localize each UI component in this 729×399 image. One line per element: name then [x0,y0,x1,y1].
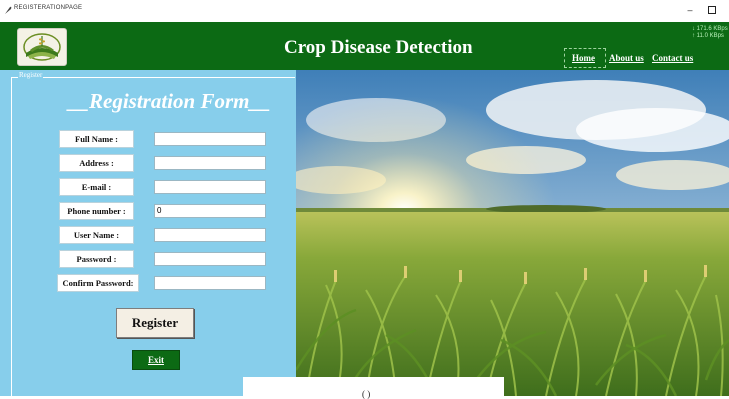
minimize-button[interactable]: – [682,3,698,17]
caption-overlay [243,377,504,396]
address-input[interactable] [154,156,266,170]
full-name-label: Full Name : [59,130,134,148]
window-titlebar: REGISTERATIONPAGE – [0,0,729,23]
password-input[interactable] [154,252,266,266]
exit-button[interactable]: Exit [132,350,180,370]
maximize-icon [708,6,716,14]
maximize-button[interactable] [704,3,720,17]
phone-number-input[interactable]: 0 [154,204,266,218]
email-label: E-mail : [59,178,134,196]
app-title: Crop Disease Detection [284,37,473,58]
user-name-label: User Name : [59,226,134,244]
network-upload-speed: ↑ 11.0 KBps [692,33,724,39]
confirm-password-label: Confirm Password: [57,274,139,292]
confirm-password-input[interactable] [154,276,266,290]
network-download-speed: ↓ 171.6 KBps [692,26,728,32]
nav-about-link[interactable]: About us [609,53,644,63]
register-button[interactable]: Register [116,308,194,338]
phone-number-label: Phone number : [59,202,134,220]
address-label: Address : [59,154,134,172]
email-input[interactable] [154,180,266,194]
farm-field-logo-icon [17,28,67,66]
feather-icon [5,6,12,14]
window-title: REGISTERATIONPAGE [14,5,83,11]
cornfield-background-image [296,70,729,396]
register-frame-label: Register [18,71,44,79]
nav-home-link[interactable]: Home [572,53,595,63]
caption-text: ( ) [362,389,371,399]
form-title: __Registration Form__ [68,89,271,113]
full-name-input[interactable] [154,132,266,146]
password-label: Password : [59,250,134,268]
user-name-input[interactable] [154,228,266,242]
nav-contact-link[interactable]: Contact us [652,53,693,63]
